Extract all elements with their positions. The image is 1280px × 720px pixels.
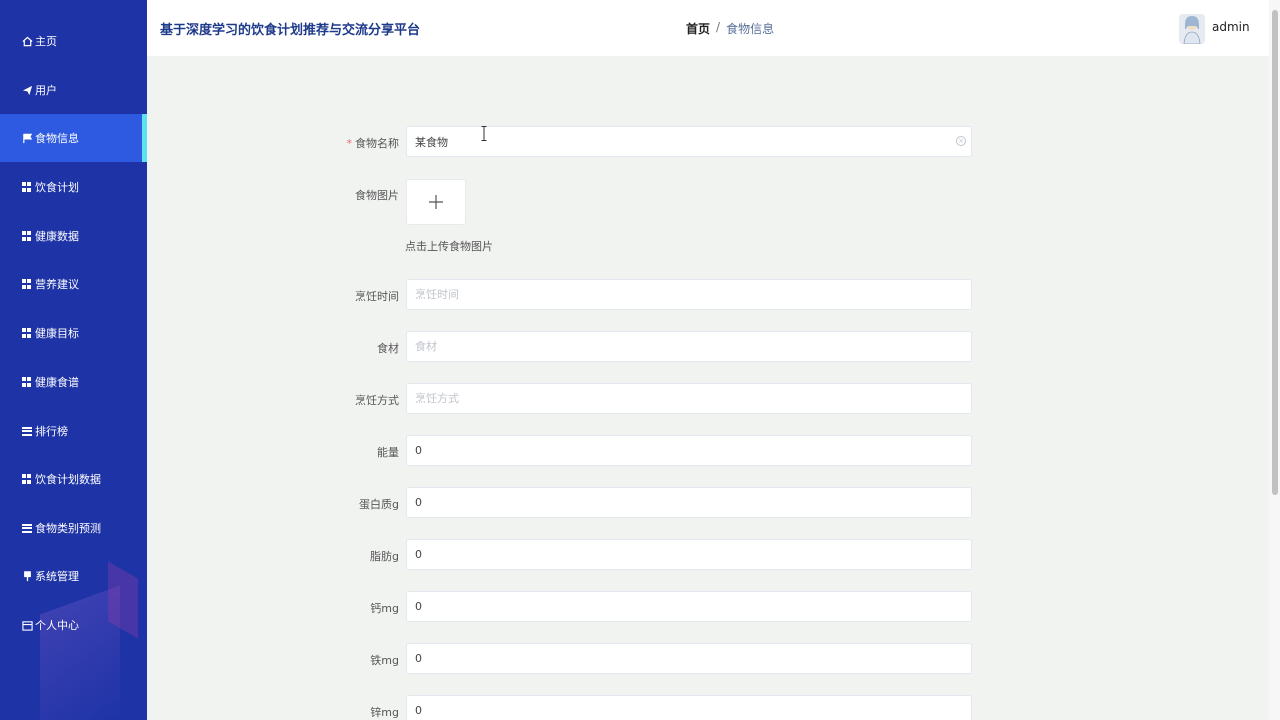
fat-label: 脂肪g [370,550,399,563]
avatar[interactable] [1179,14,1205,44]
energy-label: 能量 [377,446,399,459]
top-bar: 基于深度学习的饮食计划推荐与交流分享平台 首页 / 食物信息 admin [147,0,1269,56]
sidebar-item-label: 健康食谱 [35,376,79,389]
cook-method-label: 烹饪方式 [355,394,399,407]
sidebar-item-health-recipe[interactable]: 健康食谱 [0,358,147,406]
send-icon [22,85,33,95]
sidebar-item-users[interactable]: 用户 [0,66,147,114]
plus-icon [429,195,443,209]
food-name-label: * 食物名称 [300,135,400,151]
sidebar-item-health-goal[interactable]: 健康目标 [0,309,147,357]
calcium-label: 钙mg [370,602,399,615]
sidebar-item-food-info[interactable]: 食物信息 [0,114,147,162]
food-name-input[interactable] [406,126,972,157]
calendar-icon [22,620,33,631]
iron-label: 铁mg [370,654,399,667]
sidebar-item-label: 营养建议 [35,278,79,291]
iron-input[interactable] [406,643,972,674]
username[interactable]: admin [1212,20,1250,34]
sidebar-item-label: 排行榜 [35,425,68,438]
sidebar: 主页 用户 食物信息 饮食计划 健康数据 营养建议 健康目标 健康食谱 排行榜 … [0,0,147,720]
food-image-label: 食物图片 [355,189,399,202]
sidebar-item-home[interactable]: 主页 [0,17,147,65]
page-scrollbar[interactable] [1269,0,1280,720]
scrollbar-thumb[interactable] [1272,10,1278,495]
grid-icon [22,474,32,484]
grid-icon [22,231,32,241]
sidebar-item-label: 健康数据 [35,230,79,243]
upload-image-button[interactable] [406,179,466,225]
food-name-label-text: 食物名称 [355,137,399,150]
fat-input[interactable] [406,539,972,570]
sidebar-item-label: 健康目标 [35,327,79,340]
app-title: 基于深度学习的饮食计划推荐与交流分享平台 [160,23,421,38]
flag-icon [23,133,33,143]
protein-label: 蛋白质g [359,498,399,511]
sidebar-item-nutrition-advice[interactable]: 营养建议 [0,260,147,308]
list-icon [22,426,32,436]
sidebar-item-label: 主页 [35,35,57,48]
pin-icon [24,570,31,581]
avatar-image [1179,14,1205,44]
sidebar-item-system-management[interactable]: 系统管理 [0,552,147,600]
list-icon [22,523,32,533]
sidebar-item-leaderboard[interactable]: 排行榜 [0,407,147,455]
sidebar-item-personal-center[interactable]: 个人中心 [0,601,147,649]
protein-input[interactable] [406,487,972,518]
sidebar-item-diet-plan-data[interactable]: 饮食计划数据 [0,455,147,503]
sidebar-item-label: 用户 [35,84,57,97]
cook-method-input[interactable] [406,383,972,414]
sidebar-item-label: 食物信息 [35,132,79,145]
cook-time-input[interactable] [406,279,972,310]
sidebar-item-label: 饮食计划数据 [35,473,101,486]
zinc-input[interactable] [406,695,972,720]
sidebar-item-diet-plan[interactable]: 饮食计划 [0,163,147,211]
cook-time-label: 烹饪时间 [355,290,399,303]
energy-input[interactable] [406,435,972,466]
required-mark: * [346,137,353,150]
ingredients-input[interactable] [406,331,972,362]
breadcrumb-current: 食物信息 [726,22,775,36]
breadcrumb-home[interactable]: 首页 [686,20,710,37]
ingredients-label: 食材 [377,342,399,355]
sidebar-item-label: 食物类别预测 [35,522,101,535]
sidebar-item-label: 个人中心 [35,619,79,632]
upload-tip: 点击上传食物图片 [405,240,493,253]
calcium-input[interactable] [406,591,972,622]
sidebar-item-food-category-prediction[interactable]: 食物类别预测 [0,504,147,552]
clear-icon[interactable]: × [956,136,966,146]
home-icon [22,36,33,46]
grid-icon [22,182,32,192]
text-cursor-icon [481,126,487,141]
sidebar-item-health-data[interactable]: 健康数据 [0,212,147,260]
breadcrumb: 首页 / 食物信息 [686,20,774,37]
grid-icon [22,279,32,289]
zinc-label: 锌mg [370,706,399,719]
breadcrumb-separator: / [716,20,721,34]
grid-icon [22,377,32,387]
grid-icon [22,328,32,338]
sidebar-item-label: 饮食计划 [35,181,79,194]
sidebar-item-label: 系统管理 [35,570,79,583]
